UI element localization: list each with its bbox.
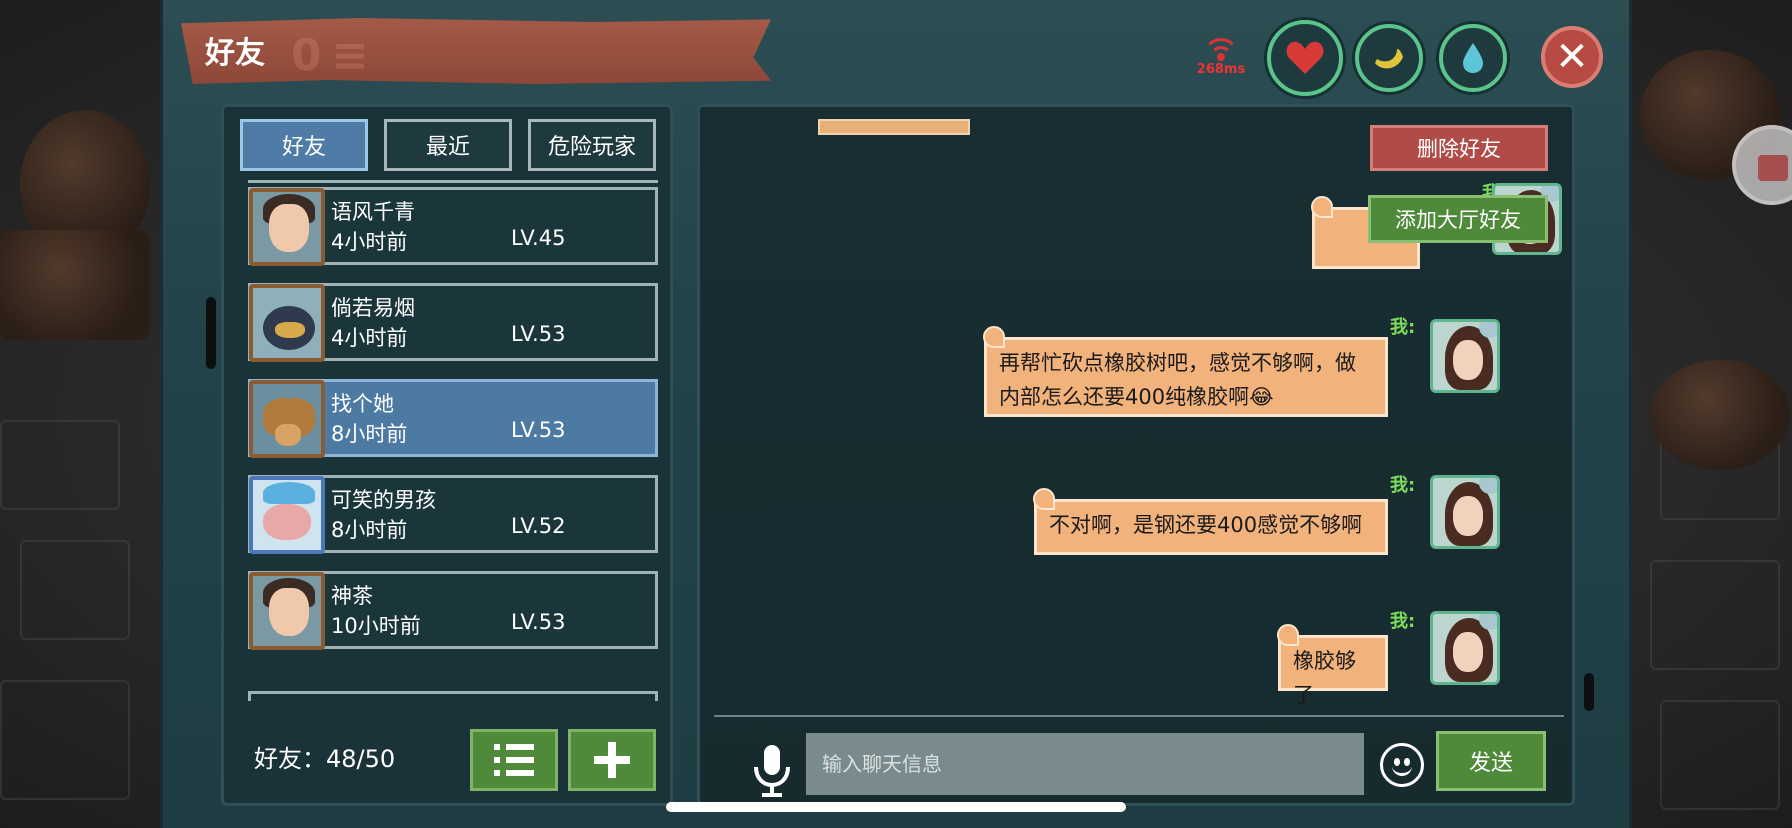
list-item[interactable]: 可笑的男孩 8小时前 LV.52 <box>248 475 658 554</box>
page-title: 好友 <box>205 36 265 71</box>
list-view-button[interactable] <box>470 729 558 791</box>
list-item-partial <box>248 177 658 183</box>
avatar <box>1430 611 1500 685</box>
microphone-icon[interactable] <box>752 743 792 799</box>
chat-bubble: 再帮忙砍点橡胶树吧，感觉不够啊，做内部怎么还要400纯橡胶啊😂 <box>983 326 1388 417</box>
plus-icon <box>594 742 630 778</box>
friends-panel: 0≡ 好友 268ms ✕ 好友 最近 危险玩家 语风千青 4小时前 LV.45… <box>160 0 1632 828</box>
list-item[interactable]: 语风千青 4小时前 LV.45 <box>248 187 658 266</box>
avatar <box>1430 475 1500 549</box>
banana-icon[interactable] <box>1355 24 1423 92</box>
water-drop-icon[interactable] <box>1439 24 1507 92</box>
list-item[interactable]: 倘若易烟 4小时前 LV.53 <box>248 283 658 362</box>
chat-bubble: 不对啊，是钢还要400感觉不够啊 <box>1033 488 1388 555</box>
chat-bubble: 橡胶够了 <box>1277 624 1388 707</box>
ping-indicator: 268ms <box>1191 38 1251 77</box>
chat-panel: 我: 删除好友 添加大厅好友 我: 再帮忙砍点橡胶树吧，感觉不够啊，做内部怎么还… <box>697 104 1594 806</box>
avatar <box>249 284 325 362</box>
heart-icon[interactable] <box>1267 20 1343 96</box>
send-button[interactable]: 发送 <box>1436 731 1546 791</box>
list-icon <box>494 744 534 776</box>
add-lobby-friend-button[interactable]: 添加大厅好友 <box>1368 195 1548 243</box>
tab-danger-players[interactable]: 危险玩家 <box>528 119 656 171</box>
close-icon: ✕ <box>1555 34 1589 80</box>
chat-message-partial <box>818 119 970 135</box>
close-button[interactable]: ✕ <box>1541 26 1603 88</box>
list-item-selected[interactable]: 找个她 8小时前 LV.53 <box>248 379 658 458</box>
emoji-icon[interactable] <box>1380 743 1424 787</box>
friend-count: 好友：48/50 <box>254 745 396 773</box>
sender-label: 我: <box>1390 317 1416 338</box>
chat-input[interactable] <box>806 733 1364 795</box>
tab-friends[interactable]: 好友 <box>240 119 368 171</box>
sender-label: 我: <box>1390 475 1416 496</box>
home-indicator[interactable] <box>666 802 1126 812</box>
title-banner: 0≡ <box>181 18 771 84</box>
avatar <box>249 188 325 266</box>
add-friend-button[interactable] <box>568 729 656 791</box>
sender-label: 我: <box>1390 611 1416 632</box>
friend-list[interactable]: 语风千青 4小时前 LV.45 倘若易烟 4小时前 LV.53 找个她 8小时前… <box>248 177 658 707</box>
delete-friend-button[interactable]: 删除好友 <box>1370 125 1548 171</box>
list-item[interactable]: 神茶 10小时前 LV.53 <box>248 571 658 650</box>
chat-scrollbar[interactable] <box>1584 673 1594 711</box>
avatar <box>249 476 325 554</box>
list-scrollbar[interactable] <box>206 297 216 369</box>
avatar <box>249 572 325 650</box>
tab-recent[interactable]: 最近 <box>384 119 512 171</box>
signal-icon <box>1201 38 1241 61</box>
list-item-partial <box>248 691 658 701</box>
avatar <box>1430 319 1500 393</box>
friend-list-panel: 好友 最近 危险玩家 语风千青 4小时前 LV.45 倘若易烟 4小时前 LV.… <box>206 104 673 806</box>
divider <box>714 715 1564 717</box>
avatar <box>249 380 325 458</box>
